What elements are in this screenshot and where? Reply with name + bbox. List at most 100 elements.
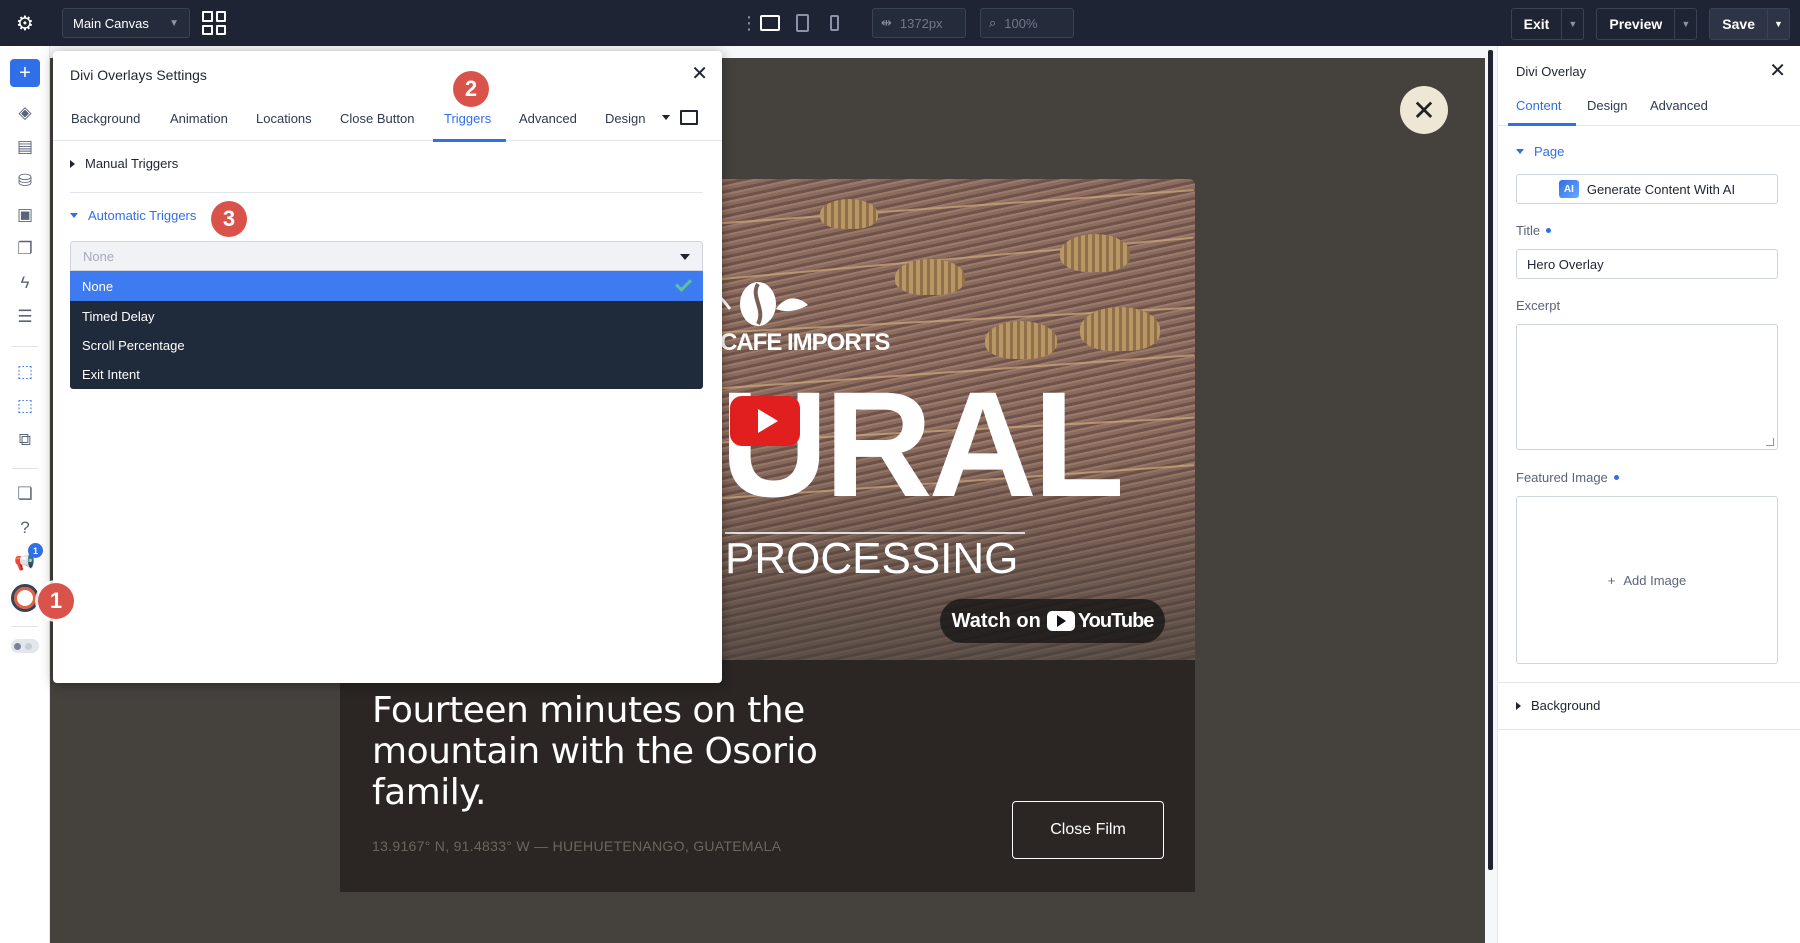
tab-advanced[interactable]: Advanced [519, 111, 577, 126]
tab-triggers[interactable]: Triggers [444, 111, 491, 126]
divi-overlay-panel: Divi Overlay ✕ Content Design Advanced P… [1497, 46, 1800, 943]
grid-icon[interactable] [202, 11, 226, 35]
chevron-down-icon[interactable]: ▼ [1561, 9, 1583, 39]
generate-content-ai-button[interactable]: AI Generate Content With AI [1516, 174, 1778, 204]
close-icon[interactable]: ✕ [1769, 58, 1786, 83]
featured-image-label: Featured Image [1516, 470, 1619, 485]
more-vertical-icon[interactable]: ⋮ [740, 13, 758, 34]
modal-tabs: Background Animation Locations Close But… [53, 99, 722, 141]
responsive-controls: ⋮ ⇹ 1372px ⌕ 100% [740, 8, 1074, 38]
save-button[interactable]: Save ▼ [1709, 8, 1790, 40]
tablet-icon[interactable] [790, 11, 814, 35]
canvas-scrollbar[interactable] [1488, 50, 1493, 870]
background-section-toggle[interactable]: Background [1516, 698, 1600, 713]
pages-icon[interactable]: ❐ [10, 235, 40, 263]
left-sidebar: + ◈ ▤ ⛁ ▣ ❐ ϟ ☰ ⬚ ⬚ ⧉ ❏ ? 📢 1 [0, 46, 50, 943]
window-icon[interactable]: ❏ [10, 480, 40, 508]
desktop-icon[interactable] [758, 11, 782, 35]
modified-dot-icon [1613, 475, 1619, 480]
manual-triggers-toggle[interactable]: Manual Triggers [70, 156, 178, 171]
save-button-label: Save [1722, 16, 1755, 32]
zoom-input[interactable]: ⌕ 100% [980, 8, 1074, 38]
select-value: None [83, 248, 115, 264]
plus-icon[interactable]: + [10, 59, 40, 87]
tab-design[interactable]: Design [605, 111, 645, 126]
database-icon[interactable]: ⛁ [10, 167, 40, 195]
watch-on-youtube-button[interactable]: Watch on YouTube [940, 599, 1165, 643]
layers-icon[interactable]: ◈ [10, 99, 40, 127]
excerpt-label-text: Excerpt [1516, 298, 1561, 313]
divi-overlay-icon[interactable] [11, 584, 39, 612]
active-tab-indicator [433, 139, 506, 142]
sections-icon[interactable]: ☰ [10, 303, 40, 331]
title-input[interactable]: Hero Overlay [1516, 249, 1778, 279]
chevron-down-icon[interactable]: ▼ [1767, 9, 1789, 39]
option-timed-delay[interactable]: Timed Delay [70, 301, 703, 331]
option-label: Exit Intent [82, 366, 140, 382]
close-icon[interactable]: ✕ [691, 61, 708, 86]
lightning-icon[interactable]: ϟ [10, 269, 40, 297]
canvas-select[interactable]: Main Canvas ▼ [62, 8, 190, 38]
gear-icon[interactable]: ⚙ [0, 0, 50, 46]
add-image-dropzone[interactable]: + Add Image [1516, 496, 1778, 664]
tab-content[interactable]: Content [1516, 98, 1562, 113]
toolbar-actions: Exit ▼ Preview ▼ Save ▼ [1510, 8, 1800, 40]
option-none[interactable]: None [70, 271, 703, 301]
sidebar-divider [12, 468, 38, 469]
expand-window-icon[interactable] [680, 110, 698, 125]
tab-close-button[interactable]: Close Button [340, 111, 414, 126]
chevron-down-icon[interactable] [662, 115, 670, 120]
library-icon[interactable]: ▤ [10, 133, 40, 161]
step-badge-1: 1 [38, 583, 74, 619]
chevron-down-icon[interactable]: ▼ [1674, 9, 1696, 39]
overlay-close-icon[interactable]: ✕ [1400, 86, 1448, 134]
toggle-icon[interactable] [11, 639, 39, 653]
close-film-button[interactable]: Close Film [1012, 801, 1164, 859]
automatic-triggers-toggle[interactable]: Automatic Triggers [70, 208, 196, 223]
video-subtitle-text: PROCESSING [725, 534, 1019, 583]
caption-card: Fourteen minutes on the mountain with th… [340, 660, 1195, 892]
exit-button[interactable]: Exit ▼ [1510, 8, 1585, 40]
trigger-dropdown-list: None Timed Delay Scroll Percentage Exit … [70, 271, 703, 389]
page-section-toggle[interactable]: Page [1516, 144, 1564, 159]
width-input[interactable]: ⇹ 1372px [872, 8, 966, 38]
tab-locations[interactable]: Locations [256, 111, 312, 126]
overlay-settings-icon[interactable]: ⬚ [10, 392, 40, 420]
resize-handle-icon[interactable] [1766, 438, 1774, 446]
phone-icon[interactable] [822, 11, 846, 35]
divi-overlays-settings-modal: Divi Overlays Settings ✕ Background Anim… [53, 51, 722, 683]
preview-button[interactable]: Preview ▼ [1596, 8, 1698, 40]
basket-image [985, 321, 1057, 359]
featured-image-label-text: Featured Image [1516, 470, 1608, 485]
title-label: Title [1516, 223, 1552, 238]
tab-background[interactable]: Background [71, 111, 140, 126]
option-scroll-percentage[interactable]: Scroll Percentage [70, 330, 703, 360]
modified-dot-icon [1546, 228, 1552, 233]
automatic-triggers-label: Automatic Triggers [88, 208, 197, 223]
modal-title: Divi Overlays Settings [70, 67, 207, 83]
ai-icon: AI [1558, 180, 1579, 198]
step-badge-2: 2 [453, 71, 489, 107]
option-exit-intent[interactable]: Exit Intent [70, 359, 703, 389]
zoom-value: 100% [1004, 15, 1038, 31]
excerpt-textarea[interactable] [1516, 324, 1778, 450]
tab-design[interactable]: Design [1587, 98, 1627, 113]
caption-coordinates: 13.9167° N, 91.4833° W — HUEHUETENANGO, … [372, 838, 782, 854]
video-brand-text: CAFE IMPORTS [720, 329, 890, 356]
step-badge-3: 3 [211, 201, 247, 237]
play-button-icon[interactable] [730, 396, 800, 446]
automatic-trigger-select[interactable]: None [70, 241, 703, 271]
tab-advanced[interactable]: Advanced [1650, 98, 1708, 113]
caret-down-icon [70, 213, 78, 218]
youtube-label: YouTube [1077, 609, 1155, 632]
overlay-cursor-icon[interactable]: ⬚ [10, 358, 40, 386]
exit-button-label: Exit [1523, 16, 1550, 32]
tab-animation[interactable]: Animation [170, 111, 228, 126]
template-icon[interactable]: ⧉ [10, 426, 40, 454]
page-section-label: Page [1534, 144, 1565, 159]
add-image-label: Add Image [1623, 572, 1687, 588]
basket-image [820, 199, 878, 229]
help-icon[interactable]: ? [10, 514, 40, 542]
form-icon[interactable]: ▣ [10, 201, 40, 229]
manual-triggers-label: Manual Triggers [85, 156, 179, 171]
